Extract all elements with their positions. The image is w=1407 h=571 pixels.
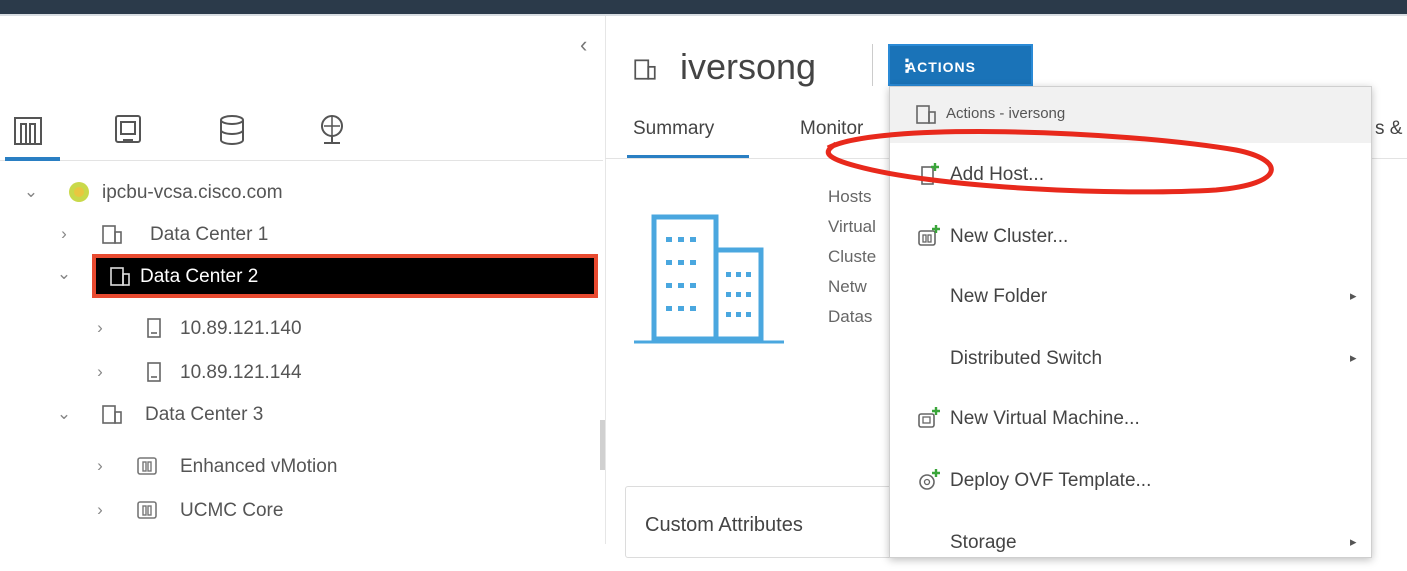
tree-item-label: Data Center 1 [150,224,269,245]
new-vm-icon [918,407,940,428]
menu-item-label: New Virtual Machine... [950,408,1140,429]
add-host-icon [921,163,939,185]
menu-item-deploy-ovf-template[interactable]: Deploy OVF Template... [890,453,1371,509]
summary-label-datastores: Datas [828,307,873,326]
tree-item-datacenter-1[interactable]: › Data Center 1 [0,214,600,254]
submenu-arrow-icon: ▸ [1350,288,1357,303]
menu-item-distributed-switch[interactable]: Distributed Switch ▸ [890,331,1371,387]
chevron-right-icon[interactable]: › [92,362,108,382]
summary-stats: Hosts Virtual Cluste Netw Datas [828,182,876,332]
navigator-divider [0,160,603,161]
tab-cut-off[interactable]: s & [1375,118,1402,140]
menu-item-label: New Folder [950,286,1048,307]
tab-summary[interactable]: Summary [633,118,714,140]
tree-item-label: UCMC Core [180,500,284,521]
submenu-arrow-icon: ▸ [1350,534,1357,549]
custom-attributes-title: Custom Attributes [645,514,803,536]
tree-item-label: Data Center 3 [145,404,264,425]
host-icon [147,318,161,338]
chevron-right-icon[interactable]: › [92,318,108,338]
navigator-active-tab-indicator [5,157,60,161]
tree-item-host-140[interactable]: › 10.89.121.140 [0,308,600,348]
datacenter-icon [102,405,122,424]
top-header-bar [0,0,1407,14]
menu-item-label: Add Host... [950,164,1044,185]
chevron-down-icon[interactable]: ⌄ [56,404,72,424]
summary-label-hosts: Hosts [828,187,872,206]
tree-item-ucmc-core[interactable]: › UCMC Core [0,490,600,530]
cluster-icon [137,501,157,519]
actions-button[interactable]: ⋮ ACTIONS [888,44,1033,86]
tree-item-label: 10.89.121.144 [180,362,302,383]
more-vertical-icon: ⋮ [898,56,917,76]
menu-item-new-virtual-machine[interactable]: New Virtual Machine... [890,391,1371,447]
cluster-icon [137,457,157,475]
tree-item-label: Enhanced vMotion [180,456,338,477]
tree-item-datacenter-2[interactable]: ⌄ Data Center 2 [0,254,600,298]
summary-label-networks: Netw [828,277,867,296]
menu-item-label: New Cluster... [950,226,1069,247]
tree-item-label: 10.89.121.140 [180,318,302,339]
chevron-right-icon[interactable]: › [92,456,108,476]
tree-item-enhanced-vmotion[interactable]: › Enhanced vMotion [0,446,600,486]
tree-item-label: Data Center 2 [140,266,259,287]
datacenter-icon [634,59,656,80]
menu-item-new-cluster[interactable]: New Cluster... [890,209,1371,265]
tree-item-host-144[interactable]: › 10.89.121.144 [0,352,600,392]
menu-item-add-host[interactable]: Add Host... [890,147,1371,203]
actions-menu-header: Actions - iversong [890,87,1371,143]
object-title: iversong [680,46,817,87]
hosts-clusters-icon[interactable] [8,110,48,150]
navigator-view-tabs [0,102,600,162]
title-divider [872,44,873,86]
menu-item-label: Storage [950,532,1017,553]
actions-menu-title: Actions - iversong [946,105,1066,122]
chevron-right-icon[interactable]: › [56,224,72,244]
tree-item-vcenter[interactable]: ⌄ ipcbu-vcsa.cisco.com [0,172,600,212]
tab-monitor[interactable]: Monitor [800,118,863,140]
chevron-down-icon[interactable]: ⌄ [23,182,39,202]
summary-label-virtual: Virtual [828,217,876,236]
datacenter-icon [102,225,122,244]
host-icon [147,362,161,382]
summary-label-clusters: Cluste [828,247,877,266]
networking-icon[interactable] [312,110,352,150]
new-cluster-icon [918,225,940,246]
actions-menu: Actions - iversong Add Host... New Clust… [889,86,1372,558]
menu-item-new-folder[interactable]: New Folder ▸ [890,269,1371,325]
tree-item-label: ipcbu-vcsa.cisco.com [102,182,283,203]
menu-item-label: Distributed Switch [950,348,1103,369]
chevron-down-icon[interactable]: ⌄ [56,264,72,284]
vms-templates-icon[interactable] [108,110,148,150]
menu-item-label: Deploy OVF Template... [950,470,1152,491]
vcenter-icon [69,182,89,202]
datacenter-icon [916,105,936,124]
deploy-ovf-icon [919,469,940,490]
submenu-arrow-icon: ▸ [1350,350,1357,365]
datacenter-illustration-icon [634,214,784,344]
collapse-navigator-button[interactable]: ‹ [580,32,587,58]
storage-icon[interactable] [212,110,252,150]
menu-item-storage[interactable]: Storage ▸ [890,515,1371,571]
tree-item-datacenter-3[interactable]: ⌄ Data Center 3 [0,394,600,434]
chevron-right-icon[interactable]: › [92,500,108,520]
datacenter-icon [110,267,130,286]
